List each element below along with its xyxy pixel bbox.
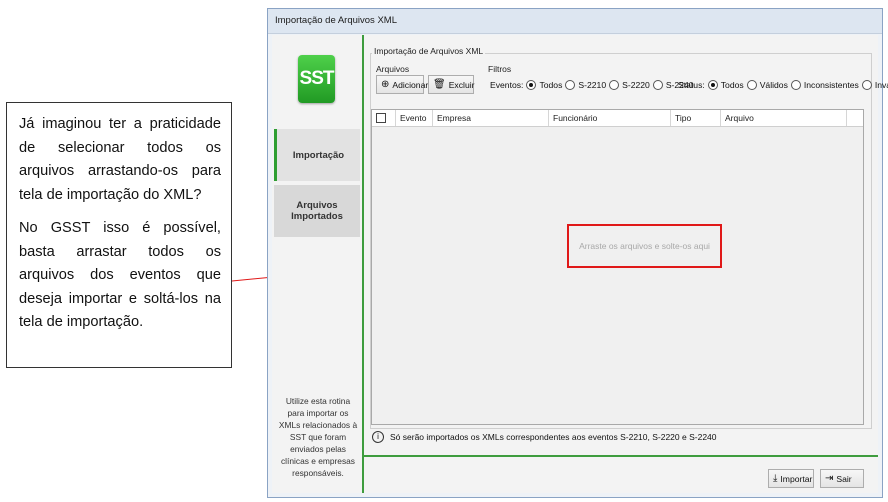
footer-bar: ⤓ Importar ⇥ Sair <box>362 457 878 493</box>
exit-button[interactable]: ⇥ Sair <box>820 469 864 488</box>
sidebar: SST Importação Arquivos Importados Utili… <box>272 35 362 493</box>
trash-icon: 🗑 <box>433 78 446 90</box>
info-note: i Só serão importados os XMLs correspond… <box>372 431 717 443</box>
main-panel: Importação de Arquivos XML Arquivos ⊕ Ad… <box>362 35 888 457</box>
info-text: Só serão importados os XMLs corresponden… <box>390 432 717 442</box>
status-option-label: Inconsistentes <box>803 80 859 90</box>
window-title: Importação de Arquivos XML <box>268 9 882 34</box>
add-button-label: Adicionar <box>392 79 429 90</box>
eventos-label: Eventos: <box>490 80 524 90</box>
status-radio-validos[interactable] <box>746 80 757 90</box>
add-button[interactable]: ⊕ Adicionar <box>376 75 428 94</box>
sidebar-item-arquivos-importados[interactable]: Arquivos Importados <box>274 185 360 237</box>
eventos-radio-todos[interactable] <box>526 80 537 90</box>
eventos-option-label: S-2210 <box>578 80 607 90</box>
delete-button[interactable]: 🗑 Excluir <box>428 75 475 94</box>
status-option-label: Todos <box>720 80 744 90</box>
eventos-radio-s2240[interactable] <box>652 80 663 90</box>
status-option-label: Válidos <box>759 80 788 90</box>
filtros-legend: Filtros <box>488 64 512 74</box>
eventos-filter: Eventos: Todos S-2210 S-2220 S-2240 <box>490 80 694 90</box>
files-table[interactable]: Evento Empresa Funcionário Tipo Arquivo … <box>371 109 864 425</box>
table-header: Evento Empresa Funcionário Tipo Arquivo <box>372 110 863 127</box>
eventos-radio-s2220[interactable] <box>609 80 620 90</box>
add-icon: ⊕ <box>381 78 390 90</box>
column-evento[interactable]: Evento <box>396 110 433 126</box>
arquivos-legend: Arquivos <box>376 64 410 74</box>
import-window: Importação de Arquivos XML SST Importaçã… <box>267 8 888 498</box>
sidebar-help-text: Utilize esta rotina para importar os XML… <box>278 396 358 478</box>
sst-logo: SST <box>298 55 335 103</box>
column-funcionario[interactable]: Funcionário <box>549 110 671 126</box>
column-arquivo[interactable]: Arquivo <box>721 110 847 126</box>
status-radio-inconsistentes[interactable] <box>790 80 801 90</box>
select-all-checkbox[interactable] <box>376 113 386 123</box>
import-button-label: Importar <box>780 473 813 484</box>
eventos-option-label: S-2220 <box>622 80 650 90</box>
status-radio-invalidos[interactable] <box>861 80 872 90</box>
column-empresa[interactable]: Empresa <box>433 110 549 126</box>
info-icon: i <box>372 431 384 443</box>
select-all-column <box>372 110 396 126</box>
status-radio-todos[interactable] <box>707 80 718 90</box>
download-icon: ⤓ <box>773 472 778 484</box>
exit-icon: ⇥ <box>825 472 834 484</box>
import-group-title: Importação de Arquivos XML <box>372 46 486 56</box>
delete-button-label: Excluir <box>448 79 475 90</box>
status-option-label: Inválidos <box>874 80 888 90</box>
sidebar-item-importacao[interactable]: Importação <box>274 129 360 181</box>
status-label: Status: <box>678 80 705 90</box>
import-button[interactable]: ⤓ Importar <box>768 469 814 488</box>
eventos-option-label: Todos <box>539 80 563 90</box>
eventos-radio-s2210[interactable] <box>565 80 576 90</box>
drop-zone[interactable]: Arraste os arquivos e solte-os aqui <box>567 224 722 268</box>
exit-button-label: Sair <box>836 473 852 484</box>
status-filter: Status: Todos Válidos Inconsistentes Inv… <box>678 80 888 90</box>
column-tipo[interactable]: Tipo <box>671 110 721 126</box>
window-body: SST Importação Arquivos Importados Utili… <box>272 35 888 493</box>
